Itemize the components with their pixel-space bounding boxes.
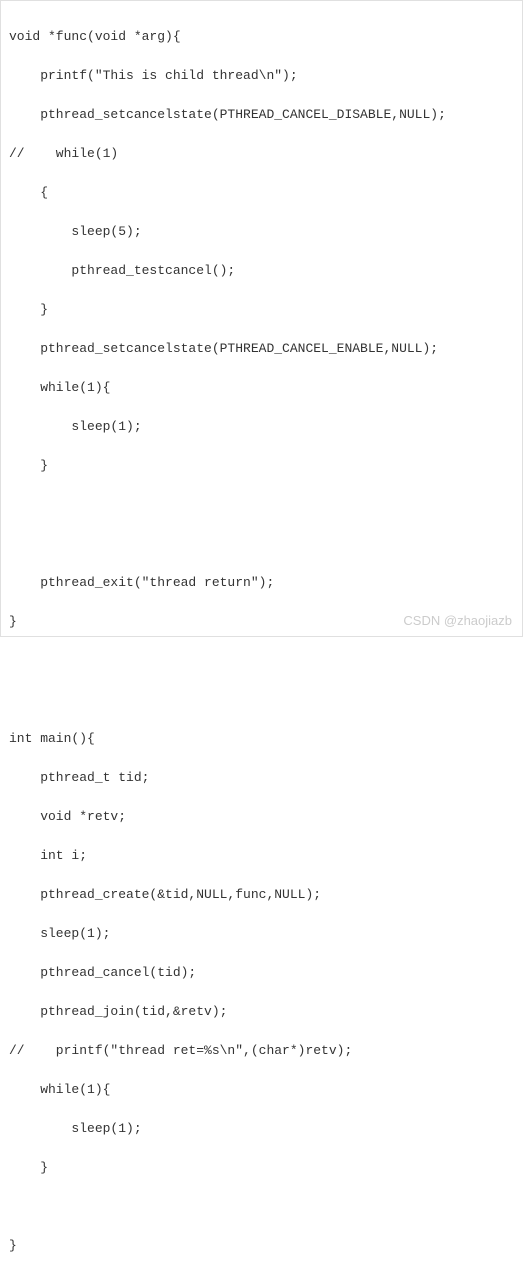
- code-line: int main(){: [9, 729, 514, 749]
- code-line: [9, 690, 514, 710]
- code-line: [9, 651, 514, 671]
- code-line: // while(1): [9, 144, 514, 164]
- code-line: pthread_cancel(tid);: [9, 963, 514, 983]
- code-line: pthread_join(tid,&retv);: [9, 1002, 514, 1022]
- code-line: pthread_t tid;: [9, 768, 514, 788]
- code-line: while(1){: [9, 1080, 514, 1100]
- code-line: }: [9, 456, 514, 476]
- code-line: void *retv;: [9, 807, 514, 827]
- code-line: [9, 1197, 514, 1217]
- code-line: while(1){: [9, 378, 514, 398]
- code-line: }: [9, 1158, 514, 1178]
- code-line: sleep(5);: [9, 222, 514, 242]
- code-line: [9, 495, 514, 515]
- code-line: pthread_setcancelstate(PTHREAD_CANCEL_DI…: [9, 105, 514, 125]
- code-line: pthread_exit("thread return");: [9, 573, 514, 593]
- code-block: void *func(void *arg){ printf("This is c…: [9, 7, 514, 1274]
- code-line: sleep(1);: [9, 1119, 514, 1139]
- code-line: pthread_setcancelstate(PTHREAD_CANCEL_EN…: [9, 339, 514, 359]
- code-line: {: [9, 183, 514, 203]
- code-line: int i;: [9, 846, 514, 866]
- code-line: void *func(void *arg){: [9, 27, 514, 47]
- code-line: // printf("thread ret=%s\n",(char*)retv)…: [9, 1041, 514, 1061]
- code-line: pthread_testcancel();: [9, 261, 514, 281]
- code-line: pthread_create(&tid,NULL,func,NULL);: [9, 885, 514, 905]
- code-line: sleep(1);: [9, 924, 514, 944]
- code-line: }: [9, 1236, 514, 1256]
- code-line: printf("This is child thread\n");: [9, 66, 514, 86]
- code-line: sleep(1);: [9, 417, 514, 437]
- watermark-text: CSDN @zhaojiazb: [403, 611, 512, 631]
- code-line: [9, 534, 514, 554]
- code-line: }: [9, 300, 514, 320]
